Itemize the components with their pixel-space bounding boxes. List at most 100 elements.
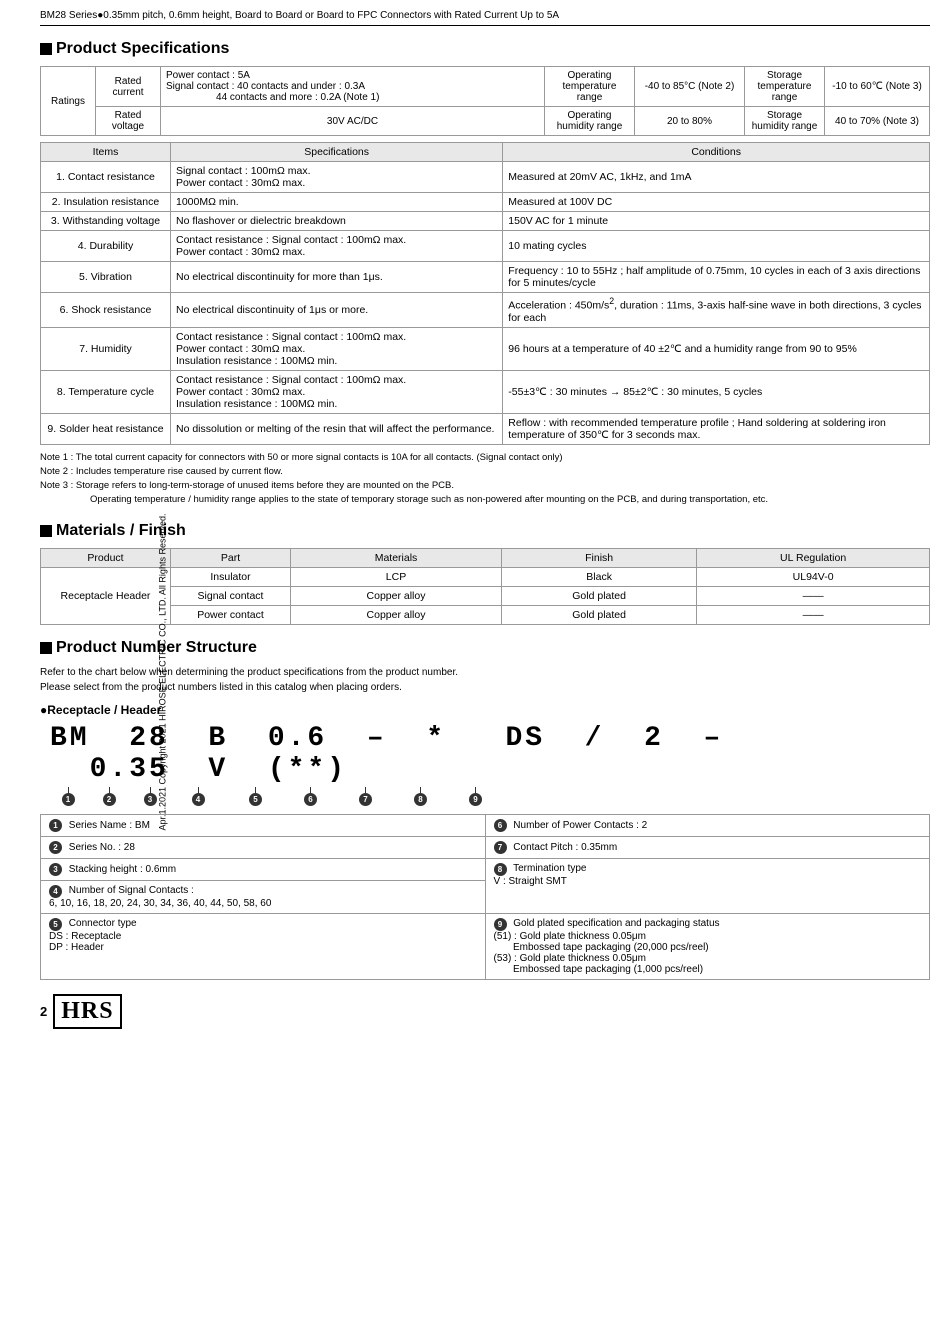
ind-2: 2 — [86, 787, 132, 806]
ratings-table: Ratings Rated current Power contact : 5A… — [40, 66, 930, 136]
pn-sub-heading: ●Receptacle / Header — [40, 703, 930, 717]
spec-item-7: 7. Humidity — [41, 327, 171, 370]
spec-row-2: 2. Insulation resistance 1000MΩ min. Mea… — [41, 193, 930, 212]
spec-val-2: 1000MΩ min. — [171, 193, 503, 212]
ratings-label: Ratings — [41, 67, 96, 136]
ind-circle-9: 9 — [469, 793, 482, 806]
note-3: Note 3 : Storage refers to long-term-sto… — [40, 479, 930, 493]
pn-display-text: BM 28 B 0.6 – * DS / 2 – 0.35 V (**) — [50, 723, 723, 785]
col-part: Part — [171, 548, 291, 567]
explain-right-5: 9 Gold plated specification and packagin… — [485, 913, 930, 979]
rated-current-value: Power contact : 5ASignal contact : 40 co… — [161, 67, 545, 107]
spec-cond-2: Measured at 100V DC — [503, 193, 930, 212]
note-3-cont: Operating temperature / humidity range a… — [90, 493, 930, 507]
spec-val-6: No electrical discontinuity of 1μs or mo… — [171, 293, 503, 328]
spec-item-4: 4. Durability — [41, 231, 171, 262]
col-specs: Specifications — [171, 143, 503, 162]
materials-table: Product Part Materials Finish UL Regulat… — [40, 548, 930, 625]
heading-square — [40, 43, 52, 55]
exp-label-7: Contact Pitch : 0.35mm — [513, 842, 617, 853]
exp-label-2: Series No. : 28 — [69, 842, 135, 853]
spec-cond-7: 96 hours at a temperature of 40 ±2℃ and … — [503, 327, 930, 370]
exp-circle-1: 1 — [49, 819, 62, 832]
ind-circle-8: 8 — [414, 793, 427, 806]
spec-item-3: 3. Withstanding voltage — [41, 212, 171, 231]
exp-circle-4: 4 — [49, 885, 62, 898]
storage-humidity-value: 40 to 70% (Note 3) — [825, 107, 930, 136]
exp-label-9: Gold plated specification and packaging … — [494, 918, 720, 975]
explain-row-5: 5 Connector typeDS : ReceptacleDP : Head… — [41, 913, 930, 979]
exp-circle-3: 3 — [49, 863, 62, 876]
materials-section: Materials / Finish Product Part Material… — [40, 522, 930, 625]
specs-table: Items Specifications Conditions 1. Conta… — [40, 142, 930, 445]
ind-circle-3: 3 — [144, 793, 157, 806]
spec-row-4: 4. Durability Contact resistance : Signa… — [41, 231, 930, 262]
spec-row-8: 8. Temperature cycle Contact resistance … — [41, 370, 930, 413]
side-text: Apr.1.2021 Copyright 2021 HIROSE ELECTRI… — [157, 514, 167, 831]
spec-cond-8: -55±3℃ : 30 minutes → 85±2℃ : 30 minutes… — [503, 370, 930, 413]
spec-val-5: No electrical discontinuity for more tha… — [171, 262, 503, 293]
col-product: Product — [41, 548, 171, 567]
page-header: BM28 Series●0.35mm pitch, 0.6mm height, … — [40, 10, 930, 26]
col-ul: UL Regulation — [697, 548, 930, 567]
exp-label-1: Series Name : BM — [69, 820, 150, 831]
explain-right-2: 7 Contact Pitch : 0.35mm — [485, 836, 930, 858]
spec-row-7: 7. Humidity Contact resistance : Signal … — [41, 327, 930, 370]
ind-circle-5: 5 — [249, 793, 262, 806]
note-2: Note 2 : Includes temperature rise cause… — [40, 465, 930, 479]
rated-voltage-label: Rated voltage — [96, 107, 161, 136]
spec-val-7: Contact resistance : Signal contact : 10… — [171, 327, 503, 370]
col-items: Items — [41, 143, 171, 162]
footer: 2 HRS — [40, 994, 930, 1029]
mat-materials-1: LCP — [291, 567, 502, 586]
spec-val-4: Contact resistance : Signal contact : 10… — [171, 231, 503, 262]
explain-right-3: 8 Termination typeV : Straight SMT — [485, 858, 930, 913]
ind-8: 8 — [393, 787, 448, 806]
exp-circle-6: 6 — [494, 819, 507, 832]
materials-heading: Materials / Finish — [40, 522, 930, 540]
ind-circle-1: 1 — [62, 793, 75, 806]
exp-label-6: Number of Power Contacts : 2 — [513, 820, 647, 831]
pn-indicators-row: 1 2 3 4 5 6 7 — [50, 787, 930, 806]
explain-table: 1 Series Name : BM 6 Number of Power Con… — [40, 814, 930, 980]
spec-item-6: 6. Shock resistance — [41, 293, 171, 328]
mat-materials-3: Copper alloy — [291, 605, 502, 624]
ind-5: 5 — [228, 787, 283, 806]
spec-item-1: 1. Contact resistance — [41, 162, 171, 193]
spec-item-9: 9. Solder heat resistance — [41, 413, 171, 444]
explain-row-3: 3 Stacking height : 0.6mm 8 Termination … — [41, 858, 930, 880]
pn-indicator-items: 1 2 3 4 5 6 7 — [50, 787, 503, 806]
heading-square-3 — [40, 642, 52, 654]
ind-9: 9 — [448, 787, 503, 806]
spec-item-5: 5. Vibration — [41, 262, 171, 293]
spec-item-8: 8. Temperature cycle — [41, 370, 171, 413]
exp-label-4: Number of Signal Contacts :6, 10, 16, 18… — [49, 885, 271, 909]
mat-part-1: Insulator — [171, 567, 291, 586]
product-specs-heading: Product Specifications — [40, 40, 930, 58]
spec-cond-9: Reflow : with recommended temperature pr… — [503, 413, 930, 444]
ind-6: 6 — [283, 787, 338, 806]
exp-circle-9: 9 — [494, 918, 507, 931]
mat-row-2: Signal contact Copper alloy Gold plated … — [41, 586, 930, 605]
heading-square-2 — [40, 525, 52, 537]
op-humidity-value: 20 to 80% — [635, 107, 745, 136]
explain-right-1: 6 Number of Power Contacts : 2 — [485, 814, 930, 836]
product-number-section: Product Number Structure Refer to the ch… — [40, 639, 930, 980]
spec-cond-1: Measured at 20mV AC, 1kHz, and 1mA — [503, 162, 930, 193]
spec-cond-5: Frequency : 10 to 55Hz ; half amplitude … — [503, 262, 930, 293]
explain-left-5: 5 Connector typeDS : ReceptacleDP : Head… — [41, 913, 486, 979]
spec-val-8: Contact resistance : Signal contact : 10… — [171, 370, 503, 413]
explain-row-1: 1 Series Name : BM 6 Number of Power Con… — [41, 814, 930, 836]
op-humidity-label: Operating humidity range — [545, 107, 635, 136]
spec-row-1: 1. Contact resistance Signal contact : 1… — [41, 162, 930, 193]
pn-desc-line-1: Refer to the chart below when determinin… — [40, 665, 930, 680]
storage-temp-value: -10 to 60℃ (Note 3) — [825, 67, 930, 107]
explain-left-2: 2 Series No. : 28 — [41, 836, 486, 858]
specs-header-row: Items Specifications Conditions — [41, 143, 930, 162]
mat-row-1: Receptacle Header Insulator LCP Black UL… — [41, 567, 930, 586]
exp-circle-2: 2 — [49, 841, 62, 854]
spec-cond-4: 10 mating cycles — [503, 231, 930, 262]
mat-part-3: Power contact — [171, 605, 291, 624]
mat-header-row: Product Part Materials Finish UL Regulat… — [41, 548, 930, 567]
spec-row-3: 3. Withstanding voltage No flashover or … — [41, 212, 930, 231]
